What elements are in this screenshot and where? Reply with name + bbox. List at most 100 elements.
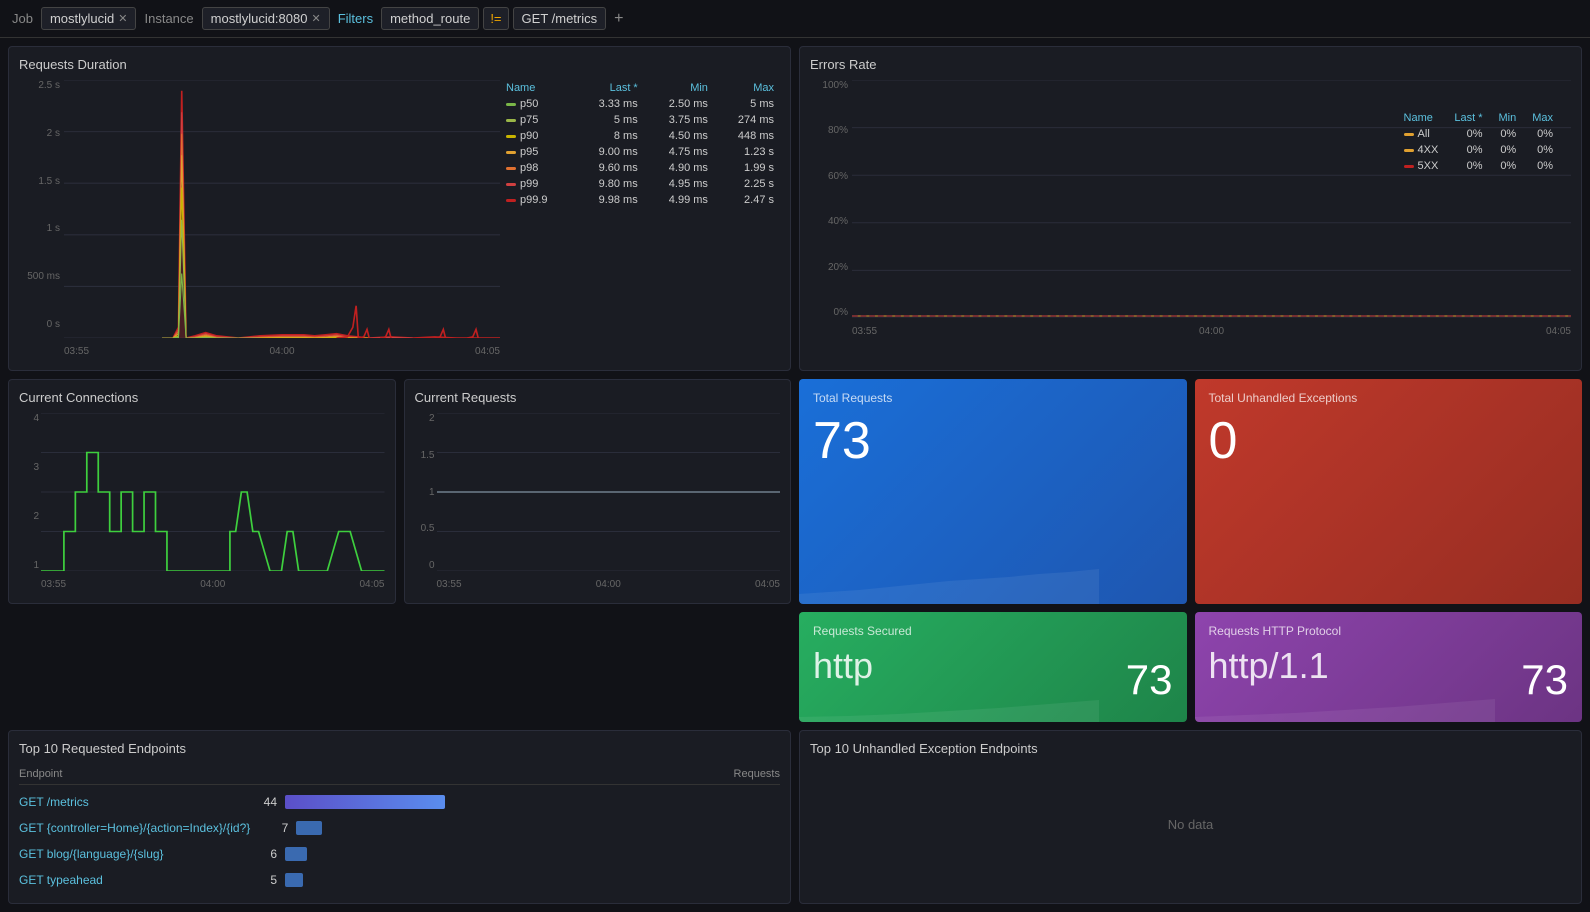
- total-exceptions-value: 0: [1209, 415, 1569, 467]
- instance-value[interactable]: mostlylucid:8080 ✕: [202, 7, 330, 30]
- endpoints-table: Endpoint Requests GET /metrics 44 GET {c…: [19, 764, 780, 893]
- requests-small-y-axis: 2 1.5 1 0.5 0: [415, 413, 437, 571]
- requests-duration-title: Requests Duration: [19, 57, 780, 72]
- legend-row: p99 9.80 ms 4.95 ms 2.25 s: [500, 176, 780, 192]
- job-label: Job: [8, 11, 37, 26]
- endpoint-bar: [285, 847, 307, 861]
- endpoint-name[interactable]: GET /metrics: [19, 795, 239, 809]
- endpoint-row: GET {controller=Home}/{action=Index}/{id…: [19, 815, 780, 841]
- requests-http-count: 73: [1521, 656, 1568, 704]
- requests-small-chart-inner: [437, 413, 781, 571]
- requests-chart-wrap-small: 2 1.5 1 0.5 0: [415, 413, 781, 593]
- chart-legend-row: 2.5 s 2 s 1.5 s 1 s 500 ms 0 s: [19, 80, 780, 360]
- endpoint-bar: [285, 795, 445, 809]
- legend-col-last: Last *: [574, 80, 644, 96]
- no-data-label: No data: [810, 764, 1571, 884]
- endpoint-name[interactable]: GET blog/{language}/{slug}: [19, 847, 239, 861]
- errors-legend: Name Last * Min Max All 0% 0% 0% 4XX 0% …: [1396, 110, 1561, 174]
- requests-http-wave: [1195, 672, 1495, 722]
- total-requests-card: Total Requests 73: [799, 379, 1187, 604]
- total-requests-value: 73: [813, 415, 1173, 467]
- requests-secured-title: Requests Secured: [813, 624, 1173, 638]
- requests-duration-panel: Requests Duration 2.5 s 2 s 1.5 s 1 s 50…: [8, 46, 791, 371]
- filter-value[interactable]: GET /metrics: [513, 7, 607, 30]
- current-requests-panel: Current Requests 2 1.5 1 0.5 0: [404, 379, 792, 604]
- errors-y-axis: 100% 80% 60% 40% 20% 0%: [810, 80, 852, 318]
- filter-operator[interactable]: !=: [483, 7, 508, 30]
- errors-chart-wrap: 100% 80% 60% 40% 20% 0%: [810, 80, 1571, 340]
- endpoint-count: 6: [247, 847, 277, 861]
- endpoints-rows: GET /metrics 44 GET {controller=Home}/{a…: [19, 789, 780, 893]
- requests-secured-count: 73: [1126, 656, 1173, 704]
- error-legend-row: All 0% 0% 0%: [1396, 126, 1561, 142]
- legend-col-max: Max: [714, 80, 780, 96]
- spacer-row3: [8, 612, 791, 722]
- requests-y-axis: 2.5 s 2 s 1.5 s 1 s 500 ms 0 s: [19, 80, 64, 330]
- connections-x-axis: 03:55 04:00 04:05: [41, 575, 385, 593]
- instance-remove-icon[interactable]: ✕: [311, 12, 320, 25]
- requests-chart-svg: [64, 80, 500, 338]
- topbar: Job mostlylucid ✕ Instance mostlylucid:8…: [0, 0, 1590, 38]
- requests-x-axis: 03:55 04:00 04:05: [64, 342, 500, 360]
- legend-col-min: Min: [644, 80, 714, 96]
- endpoint-bar-wrap: [285, 794, 780, 810]
- total-exceptions-card: Total Unhandled Exceptions 0: [1195, 379, 1583, 604]
- endpoint-bar: [296, 821, 322, 835]
- endpoint-name[interactable]: GET {controller=Home}/{action=Index}/{id…: [19, 821, 250, 835]
- top10-endpoints-title: Top 10 Requested Endpoints: [19, 741, 780, 756]
- endpoint-name[interactable]: GET typeahead: [19, 873, 239, 887]
- filter-method-route[interactable]: method_route: [381, 7, 479, 30]
- endpoints-header: Endpoint Requests: [19, 764, 780, 785]
- col-requests: Requests: [734, 768, 780, 780]
- endpoint-bar-wrap: [296, 820, 780, 836]
- requests-small-x-axis: 03:55 04:00 04:05: [437, 575, 781, 593]
- errors-rate-title: Errors Rate: [810, 57, 1571, 72]
- top10-exceptions-panel: Top 10 Unhandled Exception Endpoints No …: [799, 730, 1582, 904]
- col-endpoint: Endpoint: [19, 768, 62, 780]
- row3: Requests Secured http 73 Requests HTTP P…: [8, 612, 1582, 722]
- total-requests-wave: [799, 554, 1099, 604]
- errors-rate-panel: Errors Rate 100% 80% 60% 40% 20% 0%: [799, 46, 1582, 371]
- legend-row: p98 9.60 ms 4.90 ms 1.99 s: [500, 160, 780, 176]
- instance-label: Instance: [140, 11, 197, 26]
- current-connections-title: Current Connections: [19, 390, 385, 405]
- total-requests-title: Total Requests: [813, 391, 1173, 405]
- endpoint-bar-wrap: [285, 872, 780, 888]
- job-value[interactable]: mostlylucid ✕: [41, 7, 137, 30]
- filters-label: Filters: [334, 11, 377, 26]
- connections-chart-wrap: 4 3 2 1 03:: [19, 413, 385, 593]
- requests-secured-wave: [799, 672, 1099, 722]
- row2: Current Connections 4 3 2 1: [8, 379, 1582, 604]
- legend-row: p99.9 9.98 ms 4.99 ms 2.47 s: [500, 192, 780, 208]
- main-grid: Requests Duration 2.5 s 2 s 1.5 s 1 s 50…: [0, 38, 1590, 912]
- total-exceptions-title: Total Unhandled Exceptions: [1209, 391, 1569, 405]
- requests-chart-inner: [64, 80, 500, 338]
- errors-x-axis: 03:55 04:00 04:05: [852, 322, 1571, 340]
- top10-exceptions-title: Top 10 Unhandled Exception Endpoints: [810, 741, 1571, 756]
- requests-legend: Name Last * Min Max p50 3.33 ms 2.50 ms …: [500, 80, 780, 360]
- legend-row: p50 3.33 ms 2.50 ms 5 ms: [500, 96, 780, 112]
- legend-col-name: Name: [500, 80, 574, 96]
- endpoint-bar-wrap: [285, 846, 780, 862]
- connections-y-axis: 4 3 2 1: [19, 413, 41, 571]
- endpoint-bar: [285, 873, 303, 887]
- endpoint-count: 44: [247, 795, 277, 809]
- error-legend-row: 4XX 0% 0% 0%: [1396, 142, 1561, 158]
- requests-http-card: Requests HTTP Protocol http/1.1 73: [1195, 612, 1583, 722]
- endpoint-count: 5: [247, 873, 277, 887]
- error-legend-row: 5XX 0% 0% 0%: [1396, 158, 1561, 174]
- requests-secured-card: Requests Secured http 73: [799, 612, 1187, 722]
- endpoint-row: GET blog/{language}/{slug} 6: [19, 841, 780, 867]
- endpoint-row: GET typeahead 5: [19, 867, 780, 893]
- top10-endpoints-panel: Top 10 Requested Endpoints Endpoint Requ…: [8, 730, 791, 904]
- connections-chart-inner: [41, 413, 385, 571]
- endpoint-row: GET /metrics 44: [19, 789, 780, 815]
- legend-row: p75 5 ms 3.75 ms 274 ms: [500, 112, 780, 128]
- add-filter-button[interactable]: +: [610, 10, 627, 28]
- endpoint-count: 7: [258, 821, 288, 835]
- legend-row: p90 8 ms 4.50 ms 448 ms: [500, 128, 780, 144]
- legend-row: p95 9.00 ms 4.75 ms 1.23 s: [500, 144, 780, 160]
- current-connections-panel: Current Connections 4 3 2 1: [8, 379, 396, 604]
- job-remove-icon[interactable]: ✕: [118, 12, 127, 25]
- requests-http-title: Requests HTTP Protocol: [1209, 624, 1569, 638]
